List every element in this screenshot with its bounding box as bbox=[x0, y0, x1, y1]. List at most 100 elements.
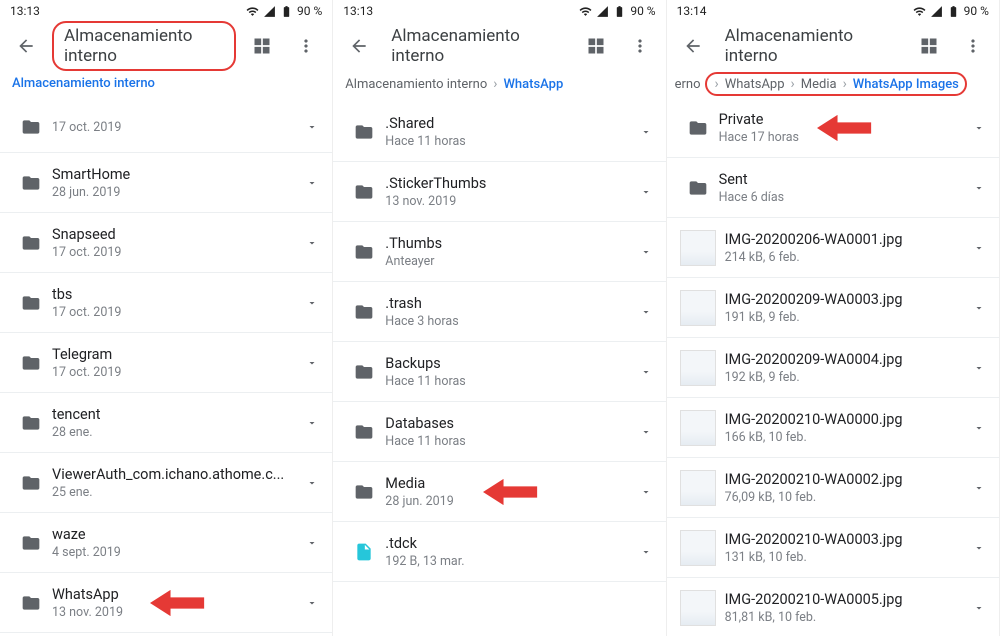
item-menu-button[interactable] bbox=[965, 242, 993, 254]
list-item[interactable]: IMG-20200210-WA0000.jpg166 kB, 10 feb. bbox=[667, 398, 999, 458]
item-menu-button[interactable] bbox=[632, 126, 660, 138]
list-item[interactable]: .StickerThumbs13 nov. 2019 bbox=[333, 162, 665, 222]
breadcrumb[interactable]: Almacenamiento interno bbox=[0, 70, 332, 101]
item-menu-button[interactable] bbox=[632, 306, 660, 318]
item-menu-button[interactable] bbox=[632, 186, 660, 198]
item-menu-button[interactable] bbox=[298, 237, 326, 249]
item-menu-button[interactable] bbox=[965, 482, 993, 494]
item-menu-button[interactable] bbox=[632, 546, 660, 558]
list-item[interactable]: IMG-20200210-WA0005.jpg81,81 kB, 10 feb. bbox=[667, 578, 999, 636]
breadcrumb-item[interactable]: Media bbox=[801, 77, 837, 92]
list-item[interactable]: Media28 jun. 2019 bbox=[333, 462, 665, 522]
item-name: ViewerAuth_com.ichano.athome.c... bbox=[52, 466, 298, 483]
item-menu-button[interactable] bbox=[632, 486, 660, 498]
more-vert-icon bbox=[963, 36, 983, 56]
breadcrumb-item[interactable]: WhatsApp bbox=[503, 77, 563, 92]
item-menu-button[interactable] bbox=[298, 121, 326, 133]
file-list[interactable]: 17 oct. 2019SmartHome28 jun. 2019Snapsee… bbox=[0, 101, 332, 636]
item-menu-button[interactable] bbox=[965, 182, 993, 194]
screen-1: 13:13 90 % Almacenamiento interno Almace… bbox=[0, 0, 333, 636]
more-button[interactable] bbox=[955, 28, 991, 64]
item-menu-button[interactable] bbox=[298, 477, 326, 489]
file-list[interactable]: .SharedHace 11 horas.StickerThumbs13 nov… bbox=[333, 102, 665, 636]
item-menu-button[interactable] bbox=[965, 302, 993, 314]
list-item[interactable]: waze4 sept. 2019 bbox=[0, 513, 332, 573]
back-button[interactable] bbox=[675, 28, 711, 64]
item-menu-button[interactable] bbox=[632, 366, 660, 378]
page-title[interactable]: Almacenamiento interno bbox=[52, 21, 236, 71]
list-item[interactable]: 17 oct. 2019 bbox=[0, 101, 332, 153]
item-subtext: 17 oct. 2019 bbox=[52, 245, 298, 260]
breadcrumb[interactable]: erno › WhatsApp › Media › WhatsApp Image… bbox=[667, 70, 999, 98]
item-menu-button[interactable] bbox=[632, 426, 660, 438]
list-item[interactable]: IMG-20200209-WA0004.jpg192 kB, 9 feb. bbox=[667, 338, 999, 398]
list-item[interactable]: Snapseed17 oct. 2019 bbox=[0, 213, 332, 273]
wifi-icon bbox=[246, 5, 259, 18]
list-item[interactable]: SentHace 6 días bbox=[667, 158, 999, 218]
item-name: .trash bbox=[385, 295, 631, 312]
breadcrumb-item[interactable]: WhatsApp bbox=[725, 77, 785, 92]
list-item[interactable]: IMG-20200209-WA0003.jpg191 kB, 9 feb. bbox=[667, 278, 999, 338]
item-menu-button[interactable] bbox=[965, 122, 993, 134]
item-subtext: 76,09 kB, 10 feb. bbox=[725, 490, 965, 505]
list-item[interactable]: .ThumbsAnteayer bbox=[333, 222, 665, 282]
list-item[interactable]: .tdck192 B, 13 mar. bbox=[333, 522, 665, 582]
view-grid-button[interactable] bbox=[911, 28, 947, 64]
list-item[interactable]: BackupsHace 11 horas bbox=[333, 342, 665, 402]
item-menu-button[interactable] bbox=[298, 297, 326, 309]
more-button[interactable] bbox=[288, 28, 324, 64]
breadcrumb-item[interactable]: Almacenamiento interno bbox=[12, 76, 155, 91]
back-button[interactable] bbox=[341, 28, 377, 64]
item-menu-button[interactable] bbox=[298, 417, 326, 429]
item-menu-button[interactable] bbox=[965, 362, 993, 374]
list-item[interactable]: .SharedHace 11 horas bbox=[333, 102, 665, 162]
list-item[interactable]: ViewerAuth_com.ichano.athome.c... 25 ene. bbox=[0, 453, 332, 513]
page-title[interactable]: Almacenamiento interno bbox=[385, 22, 569, 70]
list-item[interactable]: WhatsApp13 nov. 2019 bbox=[0, 573, 332, 633]
more-button[interactable] bbox=[622, 28, 658, 64]
status-time: 13:14 bbox=[677, 4, 707, 18]
item-menu-button[interactable] bbox=[965, 422, 993, 434]
item-name: IMG-20200206-WA0001.jpg bbox=[725, 231, 965, 248]
list-item[interactable]: Telegram 17 oct. 2019 bbox=[0, 333, 332, 393]
file-list[interactable]: PrivateHace 17 horasSentHace 6 díasIMG-2… bbox=[667, 98, 999, 636]
item-menu-button[interactable] bbox=[965, 542, 993, 554]
item-subtext: 25 ene. bbox=[52, 485, 298, 500]
list-item[interactable]: IMG-20200210-WA0003.jpg131 kB, 10 feb. bbox=[667, 518, 999, 578]
folder-icon bbox=[343, 482, 385, 502]
folder-icon bbox=[10, 173, 52, 193]
item-name: Telegram bbox=[52, 346, 298, 363]
breadcrumb-item[interactable]: WhatsApp Images bbox=[853, 77, 959, 92]
wifi-icon bbox=[579, 5, 592, 18]
signal-icon bbox=[596, 5, 609, 18]
view-grid-button[interactable] bbox=[578, 28, 614, 64]
list-item[interactable]: tencent28 ene. bbox=[0, 393, 332, 453]
folder-icon bbox=[10, 117, 52, 137]
item-menu-button[interactable] bbox=[298, 357, 326, 369]
list-item[interactable]: DatabasesHace 11 horas bbox=[333, 402, 665, 462]
item-menu-button[interactable] bbox=[965, 602, 993, 614]
folder-icon bbox=[677, 178, 719, 198]
item-menu-button[interactable] bbox=[632, 246, 660, 258]
page-title[interactable]: Almacenamiento interno bbox=[719, 22, 903, 70]
list-item[interactable]: PrivateHace 17 horas bbox=[667, 98, 999, 158]
list-item[interactable]: tbs17 oct. 2019 bbox=[0, 273, 332, 333]
breadcrumb-item[interactable]: Almacenamiento interno bbox=[345, 77, 487, 92]
item-menu-button[interactable] bbox=[298, 537, 326, 549]
breadcrumb[interactable]: Almacenamiento interno › WhatsApp bbox=[333, 70, 665, 102]
battery-percent: 90 % bbox=[964, 4, 989, 18]
list-item[interactable]: IMG-20200210-WA0002.jpg76,09 kB, 10 feb. bbox=[667, 458, 999, 518]
item-name: tbs bbox=[52, 286, 298, 303]
item-name: IMG-20200209-WA0003.jpg bbox=[725, 291, 965, 308]
battery-icon bbox=[280, 5, 293, 18]
back-button[interactable] bbox=[8, 28, 44, 64]
folder-icon bbox=[10, 533, 52, 553]
view-grid-button[interactable] bbox=[244, 28, 280, 64]
item-menu-button[interactable] bbox=[298, 177, 326, 189]
list-item[interactable]: SmartHome28 jun. 2019 bbox=[0, 153, 332, 213]
list-item[interactable]: .trashHace 3 horas bbox=[333, 282, 665, 342]
item-menu-button[interactable] bbox=[298, 597, 326, 609]
list-item[interactable]: IMG-20200206-WA0001.jpg214 kB, 6 feb. bbox=[667, 218, 999, 278]
item-subtext: 17 oct. 2019 bbox=[52, 365, 298, 380]
item-name: .Thumbs bbox=[385, 235, 631, 252]
